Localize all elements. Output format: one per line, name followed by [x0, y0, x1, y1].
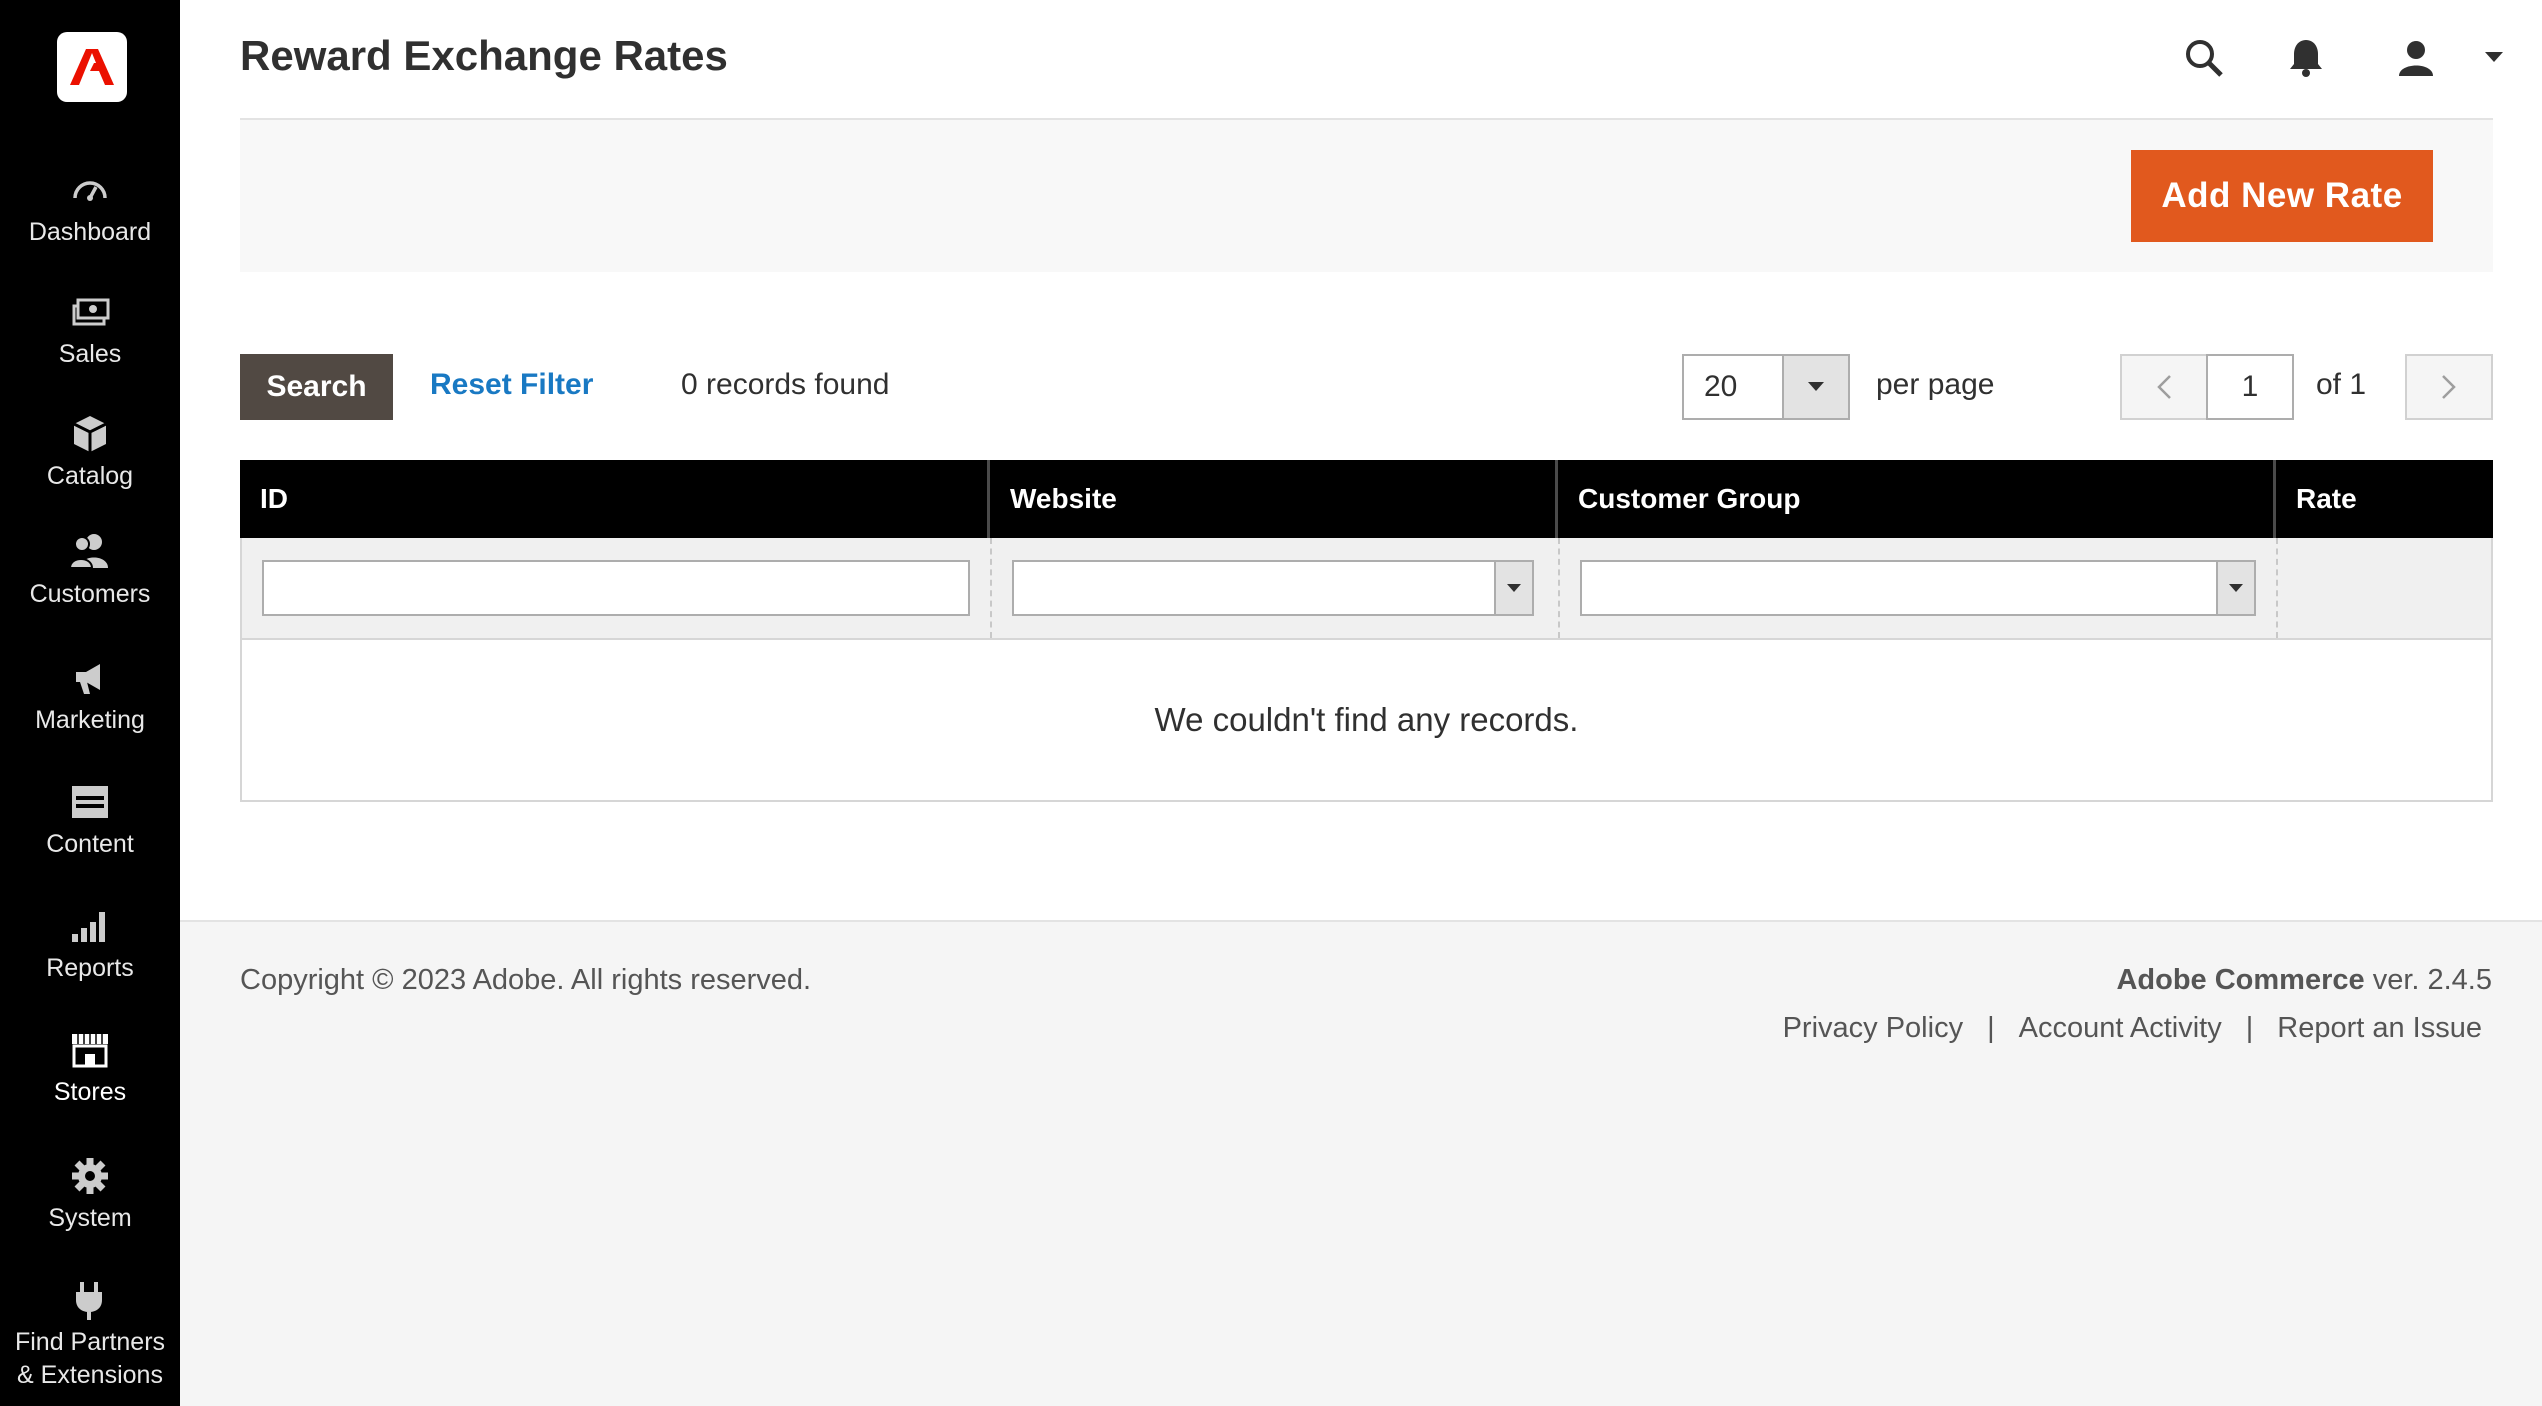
product-name: Adobe Commerce [2116, 964, 2365, 996]
sidebar-item-system[interactable]: System [0, 1154, 180, 1234]
per-page-label: per page [1876, 368, 1995, 401]
sidebar-item-customers[interactable]: Customers [0, 530, 180, 610]
dashboard-icon [73, 181, 107, 201]
column-header-id[interactable]: ID [240, 460, 990, 538]
chevron-left-icon [2157, 375, 2171, 399]
account-dropdown-chevron-icon[interactable] [2466, 30, 2522, 86]
catalog-icon [73, 416, 107, 452]
search-button[interactable]: Search [240, 354, 393, 420]
add-new-rate-button[interactable]: Add New Rate [2131, 150, 2433, 242]
data-grid: ID Website Customer Group Rate We couldn… [240, 460, 2493, 802]
user-icon[interactable] [2388, 30, 2444, 86]
adobe-logo[interactable] [57, 32, 127, 102]
sidebar-item-label: Customers [29, 580, 151, 608]
id-filter-input[interactable] [262, 560, 970, 616]
column-header-website[interactable]: Website [990, 460, 1558, 538]
marketing-icon [76, 664, 100, 694]
bell-icon[interactable] [2278, 30, 2334, 86]
version-info: Adobe Commerce ver. 2.4.5 [2116, 964, 2492, 997]
sidebar-item-content[interactable]: Content [0, 780, 180, 860]
page-footer: Copyright © 2023 Adobe. All rights reser… [180, 920, 2542, 1406]
sidebar-item-label: System [48, 1204, 132, 1232]
grid-toolbar: Search Reset Filter 0 records found 20 p… [240, 354, 2493, 420]
main-content: Reward Exchange Rates Add New Rate Searc… [180, 0, 2542, 920]
search-icon[interactable] [2176, 30, 2232, 86]
per-page-value: 20 [1704, 370, 1738, 403]
chevron-right-icon [2442, 375, 2456, 399]
sidebar-item-dashboard[interactable]: Dashboard [0, 168, 180, 248]
chevron-down-icon [1494, 562, 1532, 614]
adobe-logo-icon [70, 49, 114, 85]
sidebar-item-stores[interactable]: Stores [0, 1028, 180, 1108]
sidebar-item-catalog[interactable]: Catalog [0, 412, 180, 492]
sales-icon [72, 298, 110, 326]
system-icon [72, 1158, 108, 1194]
next-page-button[interactable] [2405, 354, 2493, 420]
chevron-down-icon[interactable] [1782, 356, 1848, 418]
page-actions-bar: Add New Rate [240, 120, 2493, 272]
customers-icon [68, 534, 108, 569]
empty-grid-message: We couldn't find any records. [240, 638, 2493, 802]
report-issue-link[interactable]: Report an Issue [2277, 1012, 2482, 1045]
website-filter-select[interactable] [1012, 560, 1534, 616]
filter-cell-customer-group [1560, 538, 2278, 638]
content-icon [72, 786, 108, 818]
column-header-customer-group[interactable]: Customer Group [1558, 460, 2276, 538]
admin-sidebar: Dashboard Sales Catalog Customers Market… [0, 0, 180, 1406]
sidebar-item-label: Catalog [46, 462, 134, 490]
page-number-input[interactable]: 1 [2206, 354, 2294, 420]
sidebar-item-reports[interactable]: Reports [0, 904, 180, 984]
reports-icon [72, 912, 105, 942]
version-number: ver. 2.4.5 [2364, 964, 2492, 996]
filter-cell-website [992, 538, 1560, 638]
chevron-down-icon [2216, 562, 2254, 614]
per-page-select[interactable]: 20 [1682, 354, 1850, 420]
page-total: of 1 [2316, 368, 2367, 401]
account-activity-link[interactable]: Account Activity [2019, 1012, 2222, 1045]
sidebar-item-sales[interactable]: Sales [0, 290, 180, 370]
footer-links: Privacy Policy | Account Activity | Report a… [1783, 1012, 2482, 1045]
sidebar-item-label: Content [46, 830, 134, 858]
reset-filter-link[interactable]: Reset Filter [430, 368, 593, 402]
column-header-rate[interactable]: Rate [2276, 460, 2493, 538]
sidebar-item-label: Marketing [35, 706, 145, 734]
sidebar-item-label: Find Partners & Extensions [14, 1328, 166, 1389]
stores-icon [72, 1034, 108, 1068]
page-title: Reward Exchange Rates [240, 32, 728, 79]
link-separator: | [1987, 1012, 1995, 1044]
sidebar-item-label: Reports [46, 954, 134, 982]
records-count: 0 records found [681, 368, 890, 401]
customer-group-filter-select[interactable] [1580, 560, 2256, 616]
sidebar-item-find-partners[interactable]: Find Partners & Extensions [0, 1278, 180, 1392]
sidebar-item-label: Dashboard [28, 218, 152, 246]
grid-header-row: ID Website Customer Group Rate [240, 460, 2493, 538]
previous-page-button[interactable] [2120, 354, 2208, 420]
copyright-text: Copyright © 2023 Adobe. All rights reser… [240, 964, 812, 996]
grid-filter-row [240, 538, 2493, 638]
privacy-policy-link[interactable]: Privacy Policy [1783, 1012, 1964, 1045]
filter-cell-id [242, 538, 992, 638]
link-separator: | [2245, 1012, 2254, 1044]
sidebar-item-label: Stores [53, 1078, 127, 1106]
partners-icon [76, 1282, 102, 1320]
sidebar-item-marketing[interactable]: Marketing [0, 656, 180, 736]
sidebar-item-label: Sales [58, 340, 122, 368]
